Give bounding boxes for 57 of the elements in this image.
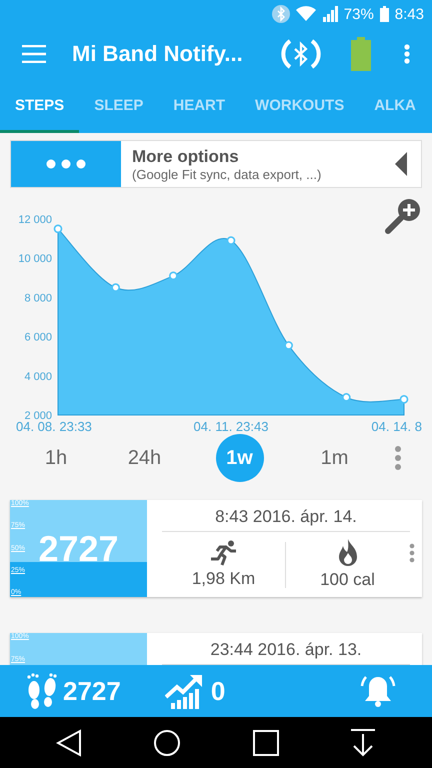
calories-value: 100 cal xyxy=(320,570,375,590)
y-axis-label: 12 000 xyxy=(18,214,52,226)
y-axis-label: 2 000 xyxy=(24,410,52,422)
footprints-icon xyxy=(25,672,59,710)
range-option[interactable]: 1m xyxy=(310,434,358,482)
card-date: 8:43 2016. ápr. 14. xyxy=(162,500,410,532)
app-title: Mi Band Notify... xyxy=(72,41,244,67)
data-point xyxy=(54,224,62,234)
recents-icon[interactable] xyxy=(252,730,279,756)
more-icon[interactable] xyxy=(404,44,410,64)
range-option[interactable]: 1h xyxy=(32,434,80,482)
range-option[interactable]: 1w xyxy=(216,434,264,482)
more-options-subtitle: (Google Fit sync, data export, ...) xyxy=(132,166,322,182)
more-options-card[interactable]: More options (Google Fit sync, data export, ...) xyxy=(10,140,422,188)
more-icon[interactable] xyxy=(409,542,415,562)
goal-count: 0 xyxy=(210,676,226,706)
back-icon[interactable] xyxy=(56,728,82,756)
trending-up-icon xyxy=(164,673,203,709)
download-icon[interactable] xyxy=(350,728,376,756)
battery-icon xyxy=(380,6,389,22)
home-icon[interactable] xyxy=(153,728,182,756)
data-point xyxy=(111,283,120,292)
steps-count: 2727 xyxy=(38,528,119,570)
clock: 8:43 xyxy=(394,6,424,22)
more-options-title: More options xyxy=(132,146,240,166)
dots-icon xyxy=(46,159,86,169)
tab[interactable]: HEART xyxy=(158,80,240,133)
runner-icon xyxy=(208,540,238,566)
steps-total: 2727 xyxy=(63,676,121,706)
y-axis-label: 4 000 xyxy=(24,370,52,383)
data-point xyxy=(284,341,293,350)
tab[interactable]: ALKA xyxy=(359,80,431,133)
battery-percent: 73% xyxy=(344,6,374,22)
x-axis-label: 04. 14. 8 xyxy=(371,419,422,434)
menu-icon[interactable] xyxy=(22,45,46,63)
data-point xyxy=(226,236,236,245)
wifi-icon xyxy=(296,6,316,22)
y-axis-label: 10 000 xyxy=(18,253,52,266)
tab[interactable]: SLEEP xyxy=(79,80,158,133)
x-axis-label: 04. 08. 23:33 xyxy=(16,419,92,434)
range-option[interactable]: 24h xyxy=(120,434,168,482)
y-axis-label: 6 000 xyxy=(24,332,52,344)
signal-icon xyxy=(322,6,338,22)
bluetooth-sync-icon[interactable] xyxy=(281,37,321,71)
bluetooth-icon xyxy=(272,5,290,23)
y-axis-label: 8 000 xyxy=(24,292,52,304)
x-axis-label: 04. 11. 23:43 xyxy=(194,419,268,434)
zoom-in-icon[interactable] xyxy=(384,197,422,235)
tab[interactable]: WORKOUTS xyxy=(240,80,360,133)
data-point xyxy=(169,272,178,280)
more-options-button[interactable] xyxy=(11,141,121,187)
distance-value: 1,98 Km xyxy=(192,569,256,589)
collapse-arrow-icon[interactable] xyxy=(395,152,407,176)
more-icon[interactable] xyxy=(394,446,402,470)
tab[interactable]: STEPS xyxy=(0,80,80,133)
data-point xyxy=(342,393,351,402)
data-point xyxy=(400,395,408,404)
